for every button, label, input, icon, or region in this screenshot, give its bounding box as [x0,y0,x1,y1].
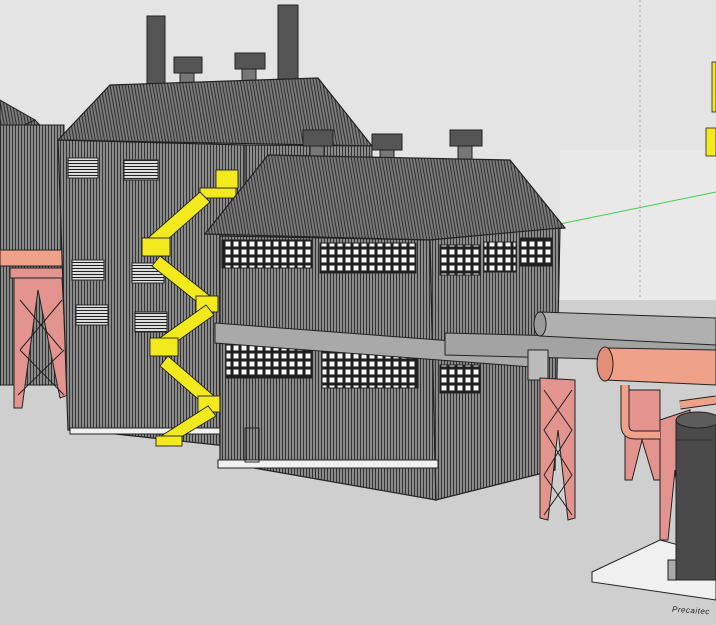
horizon-band [560,150,716,300]
distant-stair-fragment-top [711,61,716,113]
support-post [667,559,677,581]
distant-stair-fragment [705,127,716,157]
front-building[interactable] [203,129,567,501]
3d-modeling-viewport[interactable]: Precaitec [0,0,716,625]
scene-canvas[interactable] [0,0,716,625]
tall-building-smokestack-2 [277,4,299,86]
storage-tank[interactable] [675,411,716,581]
tall-building-smokestack [146,15,166,87]
